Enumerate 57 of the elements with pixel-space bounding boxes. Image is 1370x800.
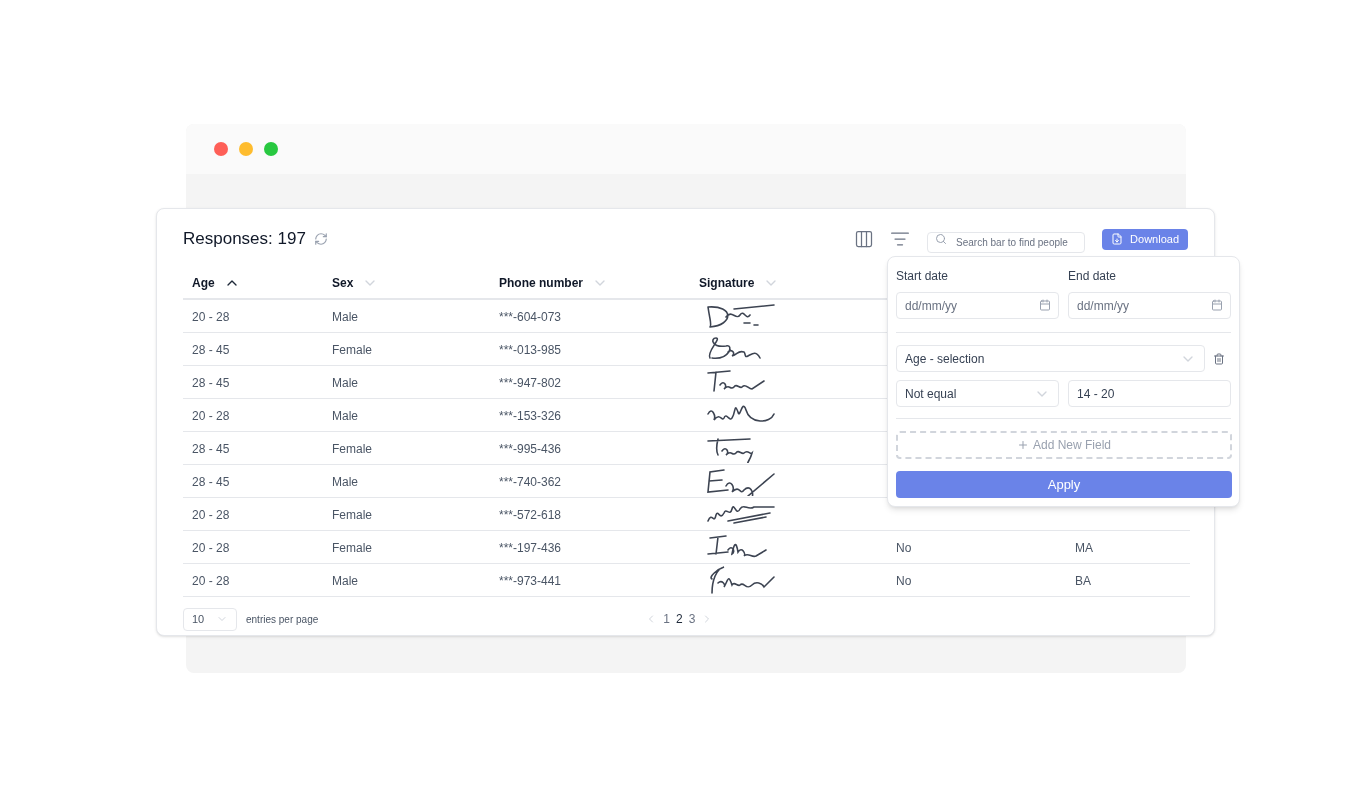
- table-cell: ***-604-073: [499, 310, 562, 324]
- table-cell: Female: [332, 343, 372, 357]
- table-cell: 20 - 28: [192, 541, 230, 555]
- table-cell: ***-013-985: [499, 343, 562, 357]
- page-link[interactable]: 3: [688, 610, 696, 628]
- page-link[interactable]: 1: [663, 610, 670, 628]
- table-cell: No: [896, 541, 912, 555]
- table-cell: MA: [1075, 541, 1093, 555]
- table-cell: BA: [1075, 574, 1091, 588]
- page-link[interactable]: 2: [675, 610, 683, 628]
- column-header[interactable]: Age: [192, 274, 215, 292]
- calendar-icon: [1039, 299, 1051, 311]
- field-select[interactable]: Age - selection: [896, 345, 1205, 372]
- search-icon: [935, 232, 948, 245]
- calendar-icon: [1211, 299, 1223, 311]
- table-cell: 28 - 45: [192, 343, 230, 357]
- table-cell: 20 - 28: [192, 574, 230, 588]
- columns-icon[interactable]: [854, 229, 875, 249]
- table-cell: Female: [332, 508, 372, 522]
- column-header[interactable]: Phone number: [499, 274, 583, 292]
- table-cell: ***-740-362: [499, 475, 562, 489]
- table-cell: ***-197-436: [499, 541, 562, 555]
- date-label: Start date: [896, 268, 950, 283]
- table-cell: 28 - 45: [192, 475, 230, 489]
- table-cell: Male: [332, 376, 358, 390]
- table-cell: 20 - 28: [192, 508, 230, 522]
- table-cell: No: [896, 574, 912, 588]
- file-icon: [1111, 233, 1124, 245]
- delete-icon[interactable]: [1213, 352, 1225, 365]
- table-cell: ***-995-436: [499, 442, 562, 456]
- table-cell: 20 - 28: [192, 310, 230, 324]
- plus-icon: [1016, 439, 1029, 451]
- table-cell: Male: [332, 310, 358, 324]
- per-page-label: entries per page: [246, 612, 319, 627]
- responses-title: Responses: 197: [183, 228, 306, 251]
- table-cell: 28 - 45: [192, 376, 230, 390]
- per-page-select[interactable]: 10: [183, 607, 237, 631]
- operator-select[interactable]: Not equal: [896, 380, 1059, 407]
- column-header[interactable]: Signature: [699, 274, 755, 292]
- date-field[interactable]: dd/mm/yy: [896, 292, 1059, 319]
- table-cell: Male: [332, 475, 358, 489]
- search-field[interactable]: Search bar to find people: [927, 231, 1086, 253]
- date-field[interactable]: dd/mm/yy: [1068, 292, 1231, 319]
- value-field[interactable]: 14 - 20: [1068, 380, 1231, 407]
- column-header[interactable]: Sex: [332, 274, 354, 292]
- refresh-icon[interactable]: [313, 232, 328, 246]
- table-cell: 28 - 45: [192, 442, 230, 456]
- table-cell: ***-572-618: [499, 508, 562, 522]
- table-cell: 20 - 28: [192, 409, 230, 423]
- table-cell: Female: [332, 541, 372, 555]
- table-cell: ***-153-326: [499, 409, 562, 423]
- table-cell: Male: [332, 574, 358, 588]
- table-cell: ***-947-802: [499, 376, 562, 390]
- table-cell: Female: [332, 442, 372, 456]
- table-cell: ***-973-441: [499, 574, 562, 588]
- table-cell: Male: [332, 409, 358, 423]
- date-label: End date: [1068, 268, 1118, 283]
